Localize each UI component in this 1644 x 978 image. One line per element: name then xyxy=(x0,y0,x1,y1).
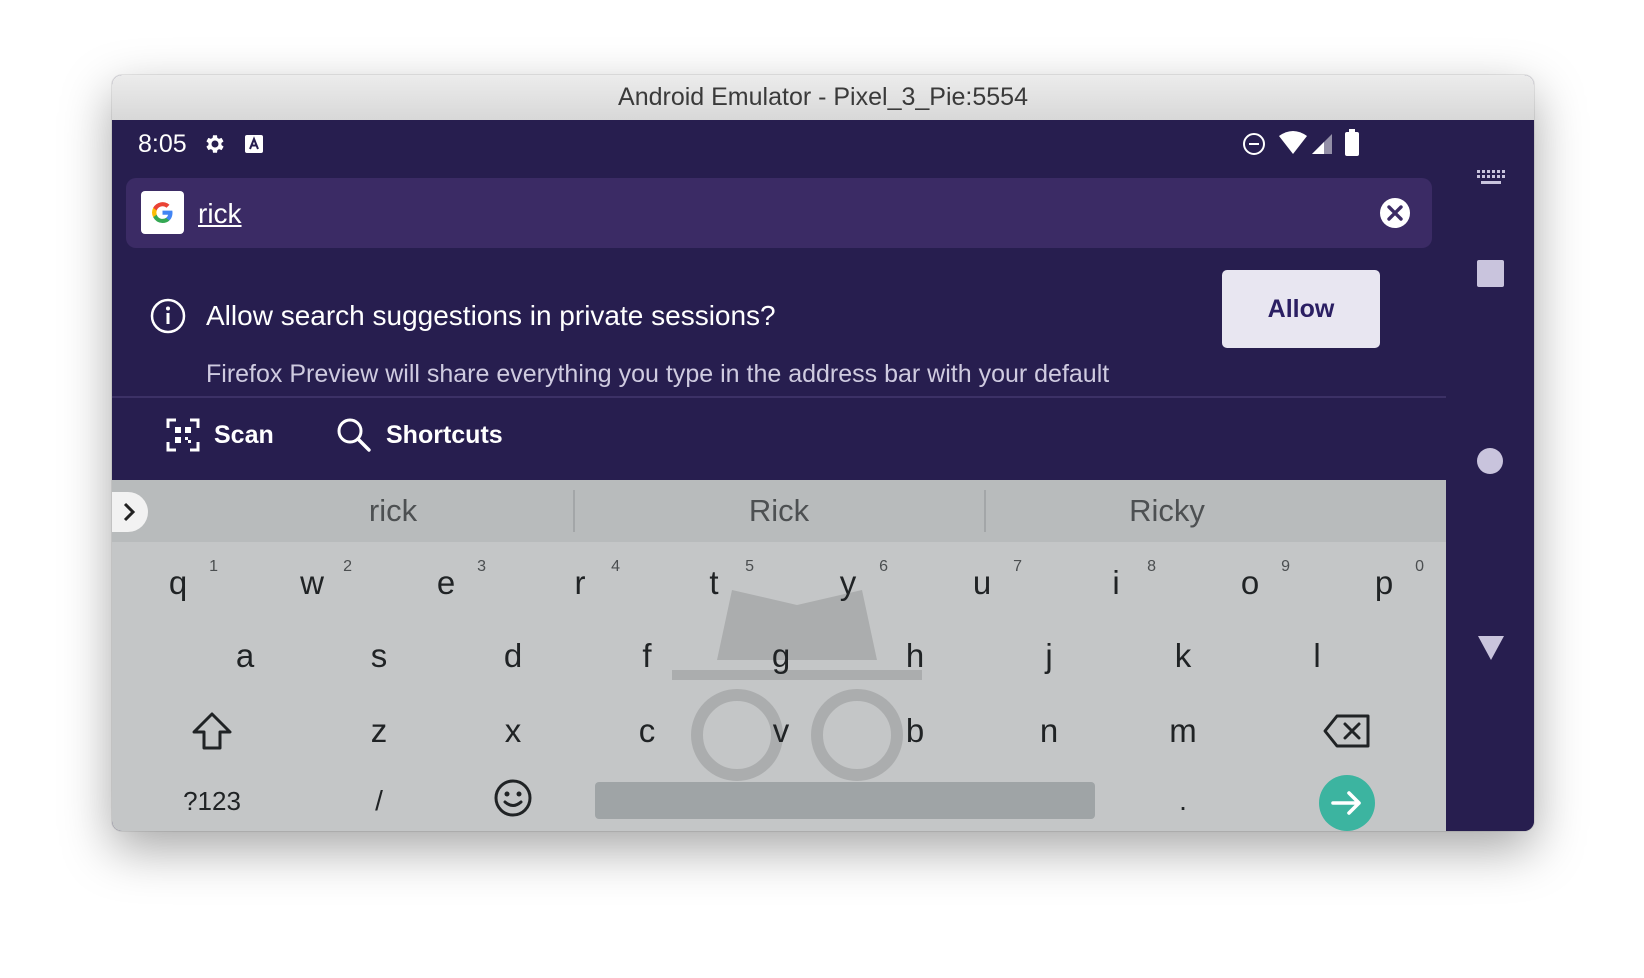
shift-icon xyxy=(192,712,232,750)
do-not-disturb-icon xyxy=(1243,133,1265,155)
suggestion-item[interactable]: Ricky xyxy=(972,480,1362,542)
settings-icon xyxy=(206,135,224,153)
emoji-icon xyxy=(494,779,532,817)
arrow-right-icon xyxy=(1331,791,1361,815)
symbols-key[interactable]: ?123 xyxy=(152,768,272,831)
enter-key[interactable] xyxy=(1319,775,1375,831)
scan-label: Scan xyxy=(214,420,274,449)
key-r[interactable]: r4 xyxy=(520,550,640,616)
awesomebar-toolbar: Scan Shortcuts xyxy=(112,400,1446,470)
key-z[interactable]: z xyxy=(319,698,439,764)
key-q[interactable]: q1 xyxy=(118,550,238,616)
suggestion-strip: rick Rick Ricky xyxy=(112,480,1446,542)
key-n[interactable]: n xyxy=(989,698,1109,764)
signal-icon xyxy=(1312,134,1332,154)
allow-button[interactable]: Allow xyxy=(1222,270,1380,348)
backspace-icon xyxy=(1323,714,1370,748)
key-period[interactable]: . xyxy=(1123,768,1243,831)
window-titlebar: Android Emulator - Pixel_3_Pie:5554 xyxy=(112,75,1534,121)
key-f[interactable]: f xyxy=(587,623,707,689)
qr-scan-icon xyxy=(166,418,200,452)
device-screen: 8:05 rick Allow search suggestions in pr… xyxy=(112,120,1446,831)
status-time: 8:05 xyxy=(138,130,187,158)
scan-button[interactable]: Scan xyxy=(166,400,274,470)
soft-keyboard: rick Rick Ricky q1 w2 e3 r4 t5 y6 u7 i8 … xyxy=(112,480,1446,831)
status-bar: 8:05 xyxy=(112,120,1446,170)
emulator-window: Android Emulator - Pixel_3_Pie:5554 8:05 xyxy=(112,75,1534,831)
shortcuts-label: Shortcuts xyxy=(386,420,503,449)
suggestion-separator xyxy=(573,490,575,532)
backspace-key[interactable] xyxy=(1287,698,1407,764)
close-circle-icon[interactable] xyxy=(1378,196,1412,230)
key-e[interactable]: e3 xyxy=(386,550,506,616)
key-slash[interactable]: / xyxy=(319,768,439,831)
url-bar[interactable]: rick xyxy=(126,178,1432,248)
key-h[interactable]: h xyxy=(855,623,975,689)
info-icon xyxy=(150,298,186,334)
shift-key[interactable] xyxy=(152,698,272,764)
prompt-description: Firefox Preview will share everything yo… xyxy=(206,360,1110,388)
prompt-title: Allow search suggestions in private sess… xyxy=(206,300,776,331)
shortcuts-button[interactable]: Shortcuts xyxy=(336,400,503,470)
key-v[interactable]: v xyxy=(721,698,841,764)
emoji-key[interactable] xyxy=(453,765,573,831)
suggestion-item[interactable]: Rick xyxy=(584,480,974,542)
key-g[interactable]: g xyxy=(721,623,841,689)
home-button[interactable] xyxy=(1477,448,1503,474)
key-c[interactable]: c xyxy=(587,698,707,764)
key-l[interactable]: l xyxy=(1257,623,1377,689)
wifi-icon xyxy=(1279,131,1307,154)
url-input[interactable]: rick xyxy=(198,198,242,230)
key-i[interactable]: i8 xyxy=(1056,550,1176,616)
key-b[interactable]: b xyxy=(855,698,975,764)
key-w[interactable]: w2 xyxy=(252,550,372,616)
divider xyxy=(112,396,1446,398)
back-button[interactable] xyxy=(1476,632,1506,662)
search-icon xyxy=(337,418,371,452)
key-m[interactable]: m xyxy=(1123,698,1243,764)
emulator-nav-bar xyxy=(1446,120,1534,831)
key-y[interactable]: y6 xyxy=(788,550,908,616)
key-d[interactable]: d xyxy=(453,623,573,689)
key-p[interactable]: p0 xyxy=(1324,550,1444,616)
spacebar[interactable] xyxy=(595,782,1095,819)
keyboard-hide-icon[interactable] xyxy=(1477,170,1505,186)
expand-suggestions-button[interactable] xyxy=(112,492,148,532)
google-icon[interactable] xyxy=(141,191,184,234)
key-x[interactable]: x xyxy=(453,698,573,764)
key-a[interactable]: a xyxy=(185,623,305,689)
key-o[interactable]: o9 xyxy=(1190,550,1310,616)
key-s[interactable]: s xyxy=(319,623,439,689)
recent-apps-button[interactable] xyxy=(1477,260,1504,287)
key-k[interactable]: k xyxy=(1123,623,1243,689)
chevron-right-icon xyxy=(123,502,136,522)
key-j[interactable]: j xyxy=(989,623,1109,689)
key-u[interactable]: u7 xyxy=(922,550,1042,616)
keyboard-a-icon xyxy=(245,135,263,153)
battery-icon xyxy=(1345,129,1359,156)
key-t[interactable]: t5 xyxy=(654,550,774,616)
window-title: Android Emulator - Pixel_3_Pie:5554 xyxy=(618,83,1028,111)
suggestion-item[interactable]: rick xyxy=(198,480,588,542)
